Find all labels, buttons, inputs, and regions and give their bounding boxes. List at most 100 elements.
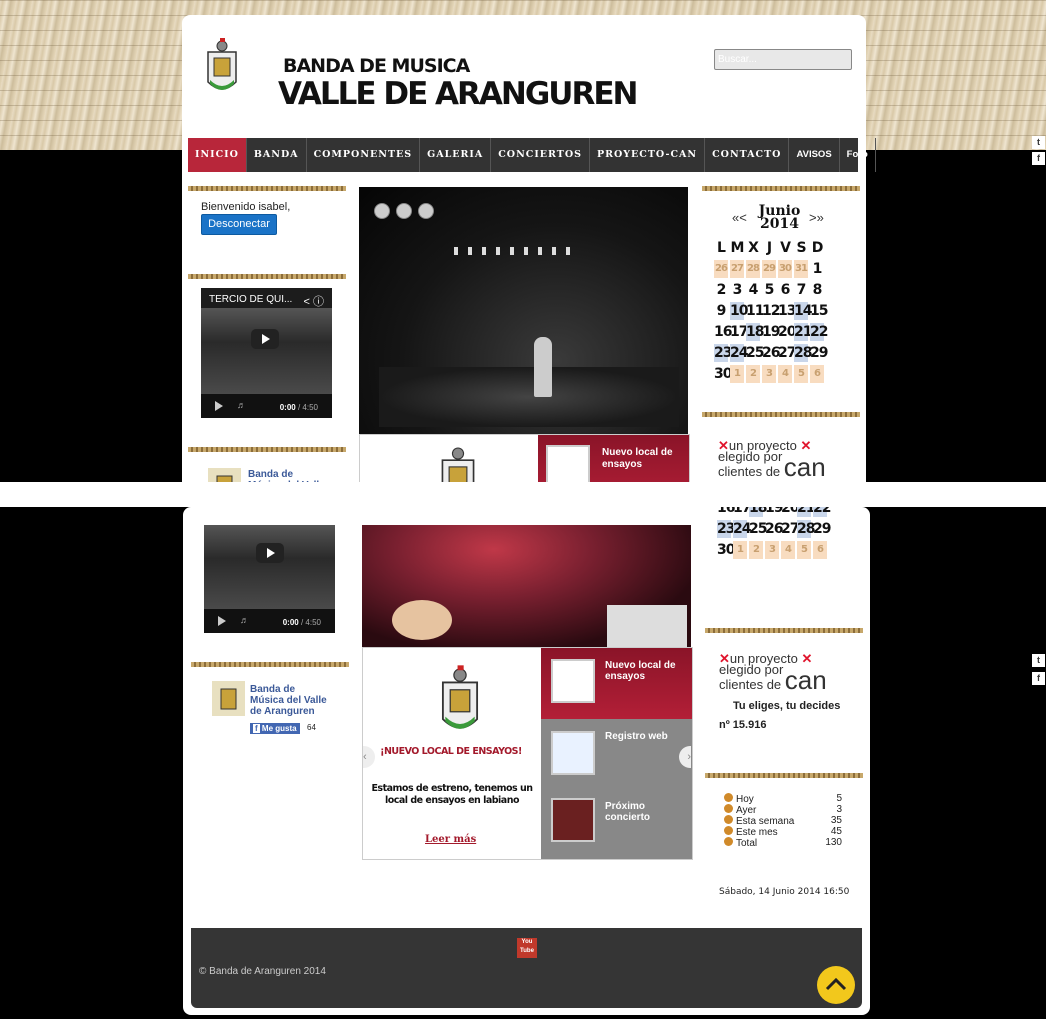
calendar-week: 26 27 28 29 30 31 1 — [714, 260, 826, 278]
calendar-day: 4 — [748, 282, 759, 298]
calendar-day: 2 — [746, 365, 760, 383]
slide-bullet[interactable] — [374, 203, 390, 219]
calendar-day: 17 — [733, 507, 751, 516]
user-icon — [724, 826, 733, 835]
calendar-day: 1 — [730, 365, 744, 383]
search-input[interactable]: Buscar... — [714, 49, 852, 70]
slider-tab-nuevo-local[interactable]: Nuevo local de ensayos — [538, 435, 689, 482]
nav-item-conciertos[interactable]: CONCIERTOS — [491, 138, 590, 172]
calendar-day: 31 — [794, 260, 808, 278]
video-time-total: / 4:50 — [298, 618, 321, 627]
video-player[interactable]: TERCIO DE QUI... < ⓘ ♬ 0:00 / 4:50 — [201, 288, 332, 418]
calendar-weekday: V — [780, 240, 791, 256]
calendar-prev-button[interactable]: «< — [732, 210, 747, 225]
read-more-link[interactable]: Leer más — [425, 834, 476, 845]
welcome-text: Bienvenido isabel, — [201, 201, 291, 213]
nav-item-avisos[interactable]: AVISOS — [789, 138, 840, 172]
play-icon[interactable] — [218, 616, 226, 626]
volume-icon[interactable]: ♬ — [240, 615, 249, 625]
can-logo[interactable]: ✕un proyecto ✕ elegido por clientes de c… — [719, 652, 827, 693]
calendar-event-day[interactable]: 14 — [794, 302, 812, 320]
nav-item-inicio[interactable]: INICIO — [188, 138, 247, 172]
calendar-day: 11 — [746, 303, 764, 319]
divider — [705, 628, 863, 633]
calendar-event-day[interactable]: 24 — [730, 344, 748, 362]
scroll-to-top-button[interactable] — [817, 966, 855, 1004]
calendar-week: 16 17 18 19 20 21 22 — [714, 323, 828, 341]
calendar-day: 29 — [810, 345, 828, 361]
facebook-page-name[interactable]: Banda de Música del Valle de Aranguren — [250, 684, 330, 717]
coat-of-arms-logo — [441, 665, 479, 729]
coat-of-arms-logo — [441, 447, 475, 482]
calendar-weekday: M — [730, 240, 745, 256]
slide-bullet[interactable] — [396, 203, 412, 219]
slide-bullet[interactable] — [418, 203, 434, 219]
share-icon[interactable]: < ⓘ — [304, 293, 324, 309]
calendar-event-day[interactable]: 21 — [794, 323, 812, 341]
facebook-page-logo — [208, 468, 241, 482]
calendar-event-day[interactable]: 22 — [810, 323, 828, 341]
slider-text: Estamos de estreno, tenemos un local de … — [371, 783, 533, 806]
calendar-event-day[interactable]: 28 — [797, 520, 815, 538]
nav-item-proyecto-can[interactable]: PROYECTO-CAN — [590, 138, 706, 172]
nav-item-componentes[interactable]: COMPONENTES — [307, 138, 421, 172]
concert-photo — [359, 187, 688, 435]
calendar-day: 17 — [730, 324, 748, 340]
tab-label: Nuevo local de ensayos — [605, 660, 676, 682]
facebook-icon[interactable]: f — [1032, 152, 1045, 165]
youtube-icon[interactable]: You Tube — [517, 938, 537, 958]
calendar-next-button[interactable]: >» — [809, 210, 824, 225]
calendar-day: 27 — [778, 345, 796, 361]
calendar-day: 20 — [781, 507, 799, 516]
calendar-event-day[interactable]: 24 — [733, 520, 751, 538]
nav-item-foro[interactable]: Foro — [840, 138, 876, 172]
slider-tab-registro-web[interactable]: Registro web — [541, 719, 692, 789]
facebook-page-name[interactable]: Banda de Música del Valle de Aranguren — [248, 469, 328, 482]
video-title: TERCIO DE QUI... — [209, 294, 293, 305]
calendar-event-day[interactable]: 10 — [730, 302, 748, 320]
facebook-like-button[interactable]: f Me gusta — [250, 723, 300, 734]
calendar-day: 8 — [812, 282, 823, 298]
play-button[interactable] — [251, 329, 279, 349]
stats-label: Total — [736, 838, 758, 849]
slider-headline: ¡NUEVO LOCAL DE ENSAYOS! — [380, 746, 522, 757]
calendar-day: 29 — [813, 521, 831, 537]
video-player[interactable]: ♬ 0:00 / 4:50 — [204, 525, 335, 633]
coat-of-arms-logo — [207, 38, 237, 90]
calendar-event-day[interactable]: 23 — [714, 344, 732, 362]
page-container: ♬ 0:00 / 4:50 Banda de Música del Valle … — [183, 507, 870, 1015]
tab-label: Registro web — [605, 731, 668, 742]
volume-icon[interactable]: ♬ — [237, 400, 246, 410]
tab-thumbnail — [551, 659, 595, 703]
logout-button[interactable]: Desconectar — [201, 214, 277, 235]
calendar-day: 20 — [778, 324, 796, 340]
calendar-week: 2345678 — [714, 281, 826, 299]
calendar-event-day[interactable]: 21 — [797, 507, 815, 517]
nav-item-banda[interactable]: BANDA — [247, 138, 307, 172]
divider — [702, 186, 860, 191]
nav-item-contacto[interactable]: CONTACTO — [705, 138, 790, 172]
slider-tab-nuevo-local[interactable]: Nuevo local de ensayos — [541, 648, 692, 719]
calendar-event-day[interactable]: 22 — [813, 507, 831, 517]
facebook-icon[interactable]: f — [1032, 672, 1045, 685]
play-button[interactable] — [256, 543, 284, 563]
calendar-week: 30 1 2 3 4 5 6 — [714, 365, 826, 383]
calendar-week: 23 24 25 26 27 28 29 — [714, 344, 828, 362]
nav-item-galeria[interactable]: GALERIA — [420, 138, 492, 172]
screenshot-top: t f BANDA DE MUSICA VALLE DE ARANGUREN B… — [0, 0, 1046, 482]
tumblr-icon[interactable]: t — [1032, 136, 1045, 149]
calendar-event-day[interactable]: 28 — [794, 344, 812, 362]
calendar-event-day[interactable]: 23 — [717, 520, 735, 538]
calendar-event-day[interactable]: 18 — [749, 507, 767, 517]
calendar-event-day[interactable]: 18 — [746, 323, 764, 341]
tumblr-icon[interactable]: t — [1032, 654, 1045, 667]
can-number: nº 15.916 — [719, 719, 767, 731]
divider — [188, 274, 346, 279]
divider — [191, 662, 349, 667]
video-controls: ♬ 0:00 / 4:50 — [201, 394, 332, 418]
calendar-day: 16 — [717, 507, 735, 516]
slider-tab-proximo-concierto[interactable]: Próximo concierto — [541, 789, 692, 859]
calendar-day: 19 — [765, 507, 783, 516]
can-logo[interactable]: ✕un proyecto ✕ elegido por clientes de c… — [718, 439, 826, 480]
play-icon[interactable] — [215, 401, 223, 411]
